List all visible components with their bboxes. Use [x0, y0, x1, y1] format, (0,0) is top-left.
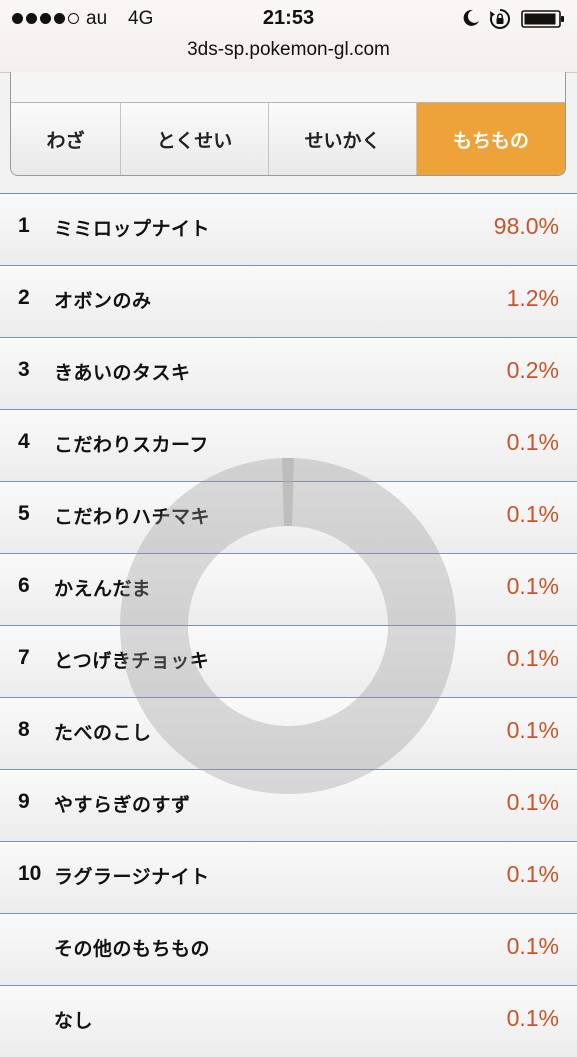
list-item: 2 オボンのみ 1.2%	[0, 265, 577, 337]
rank-number: 2	[18, 286, 30, 309]
list-item: なし 0.1%	[0, 985, 577, 1057]
item-ranking-list: 1 ミミロップナイト 98.0% 2 オボンのみ 1.2% 3 きあいのタスキ …	[0, 193, 577, 1057]
list-item: 4 こだわりスカーフ 0.1%	[0, 409, 577, 481]
moon-icon	[463, 9, 479, 26]
browser-header: au 4G 21:53 3ds-sp.pokemon-gl.com	[0, 0, 577, 73]
rank-number: 6	[18, 574, 30, 597]
list-item: 6 かえんだま 0.1%	[0, 553, 577, 625]
usage-percent: 0.1%	[506, 789, 559, 815]
rank-number: 1	[18, 214, 30, 237]
rank-number: 7	[18, 646, 30, 669]
rank-number: 3	[18, 358, 30, 381]
list-item: 1 ミミロップナイト 98.0%	[0, 193, 577, 265]
tab-mochimono[interactable]: もちもの	[417, 103, 565, 175]
usage-percent: 0.1%	[506, 861, 559, 887]
list-item: 5 こだわりハチマキ 0.1%	[0, 481, 577, 553]
item-name: かえんだま	[54, 578, 152, 600]
rank-number: 4	[18, 430, 30, 453]
tab-panel: わざ とくせい せいかく もちもの	[10, 72, 566, 176]
usage-percent: 0.1%	[506, 573, 559, 599]
usage-percent: 0.1%	[506, 501, 559, 527]
list-item: 8 たべのこし 0.1%	[0, 697, 577, 769]
item-name: オボンのみ	[54, 290, 152, 312]
item-name: こだわりハチマキ	[54, 506, 211, 528]
rank-number: 5	[18, 502, 30, 525]
rank-number: 8	[18, 718, 30, 741]
item-name: やすらぎのすず	[54, 794, 191, 816]
item-name: ラグラージナイト	[54, 866, 210, 888]
list-item: 3 きあいのタスキ 0.2%	[0, 337, 577, 409]
list-item: 7 とつげきチョッキ 0.1%	[0, 625, 577, 697]
usage-percent: 0.2%	[506, 357, 559, 383]
tab-waza[interactable]: わざ	[11, 103, 121, 175]
usage-percent: 0.1%	[506, 717, 559, 743]
item-name: ミミロップナイト	[54, 218, 211, 240]
url-bar[interactable]: 3ds-sp.pokemon-gl.com	[0, 39, 577, 61]
item-name: なし	[54, 1010, 94, 1032]
item-name: きあいのタスキ	[54, 362, 191, 384]
usage-percent: 1.2%	[506, 285, 559, 311]
item-name: こだわりスカーフ	[54, 434, 209, 456]
status-bar: au 4G 21:53	[0, 0, 577, 36]
usage-percent: 0.1%	[506, 933, 559, 959]
battery-icon	[521, 10, 564, 28]
list-item: 10 ラグラージナイト 0.1%	[0, 841, 577, 913]
usage-percent: 98.0%	[493, 213, 559, 239]
usage-percent: 0.1%	[506, 429, 559, 455]
tab-seikaku[interactable]: せいかく	[269, 103, 417, 175]
list-item: 9 やすらぎのすず 0.1%	[0, 769, 577, 841]
usage-percent: 0.1%	[506, 645, 559, 671]
tab-bar: わざ とくせい せいかく もちもの	[11, 102, 565, 175]
item-name: たべのこし	[54, 722, 152, 744]
rank-number: 9	[18, 790, 30, 813]
rank-number: 10	[18, 862, 42, 885]
rotation-lock-icon	[490, 9, 510, 29]
item-name: とつげきチョッキ	[54, 650, 210, 672]
tab-tokusei[interactable]: とくせい	[121, 103, 269, 175]
usage-percent: 0.1%	[506, 1005, 559, 1031]
item-name: その他のもちもの	[54, 938, 211, 960]
list-item: その他のもちもの 0.1%	[0, 913, 577, 985]
